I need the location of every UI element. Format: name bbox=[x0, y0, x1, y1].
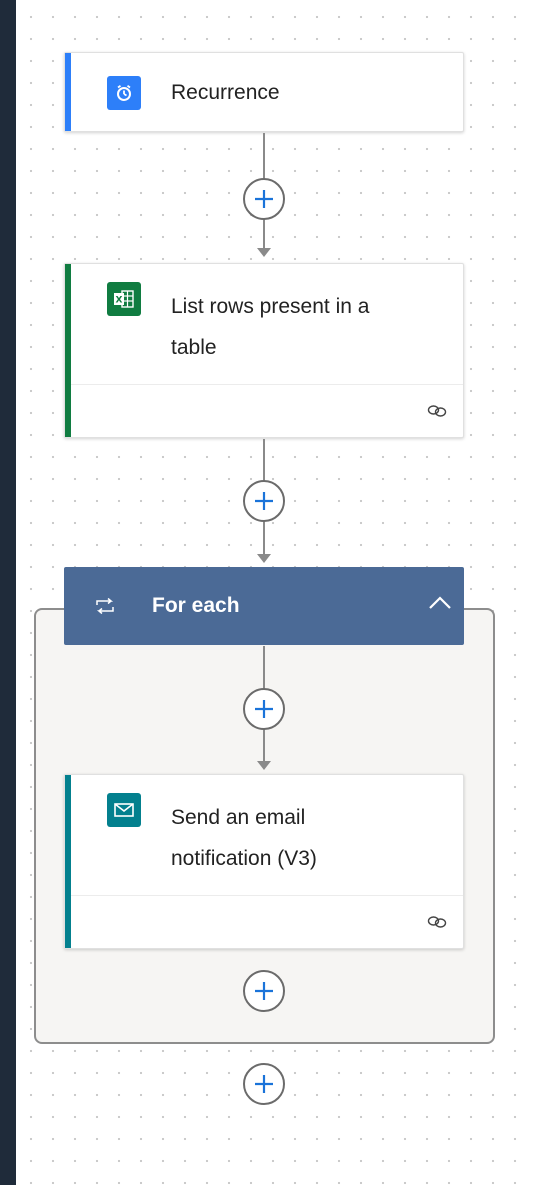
plus-icon bbox=[255, 982, 273, 1000]
recurrence-accent-bar bbox=[65, 53, 71, 131]
excel-icon: X bbox=[107, 282, 141, 316]
flow-canvas: Recurrence X List rows present in a tabl… bbox=[16, 0, 533, 1185]
recurrence-title: Recurrence bbox=[171, 81, 280, 104]
plus-icon bbox=[255, 492, 273, 510]
send-email-title-line1: Send an email bbox=[171, 806, 306, 829]
connector-arrow bbox=[257, 554, 271, 563]
recurrence-card[interactable]: Recurrence bbox=[64, 52, 464, 132]
list-rows-title-line2: table bbox=[171, 336, 217, 359]
list-rows-card[interactable]: X List rows present in a table bbox=[64, 263, 464, 438]
chevron-up-icon[interactable] bbox=[428, 595, 452, 616]
list-rows-footer bbox=[71, 384, 463, 437]
connector-arrow bbox=[257, 761, 271, 770]
svg-text:X: X bbox=[116, 296, 123, 306]
insert-step-button[interactable] bbox=[243, 1063, 285, 1105]
insert-step-button[interactable] bbox=[243, 688, 285, 730]
plus-icon bbox=[255, 700, 273, 718]
list-rows-title-line1: List rows present in a bbox=[171, 295, 370, 318]
plus-icon bbox=[255, 190, 273, 208]
loop-icon bbox=[94, 597, 116, 620]
connector-arrow bbox=[257, 248, 271, 257]
insert-step-button[interactable] bbox=[243, 970, 285, 1012]
for-each-title: For each bbox=[152, 594, 240, 617]
insert-step-button[interactable] bbox=[243, 480, 285, 522]
connection-link-icon[interactable] bbox=[427, 915, 447, 934]
plus-icon bbox=[255, 1075, 273, 1093]
for-each-header[interactable]: For each bbox=[64, 567, 464, 645]
send-email-title-line2: notification (V3) bbox=[171, 847, 317, 870]
insert-step-button[interactable] bbox=[243, 178, 285, 220]
envelope-icon bbox=[107, 793, 141, 827]
send-email-footer bbox=[71, 895, 463, 948]
alarm-clock-icon bbox=[107, 76, 141, 110]
send-email-card[interactable]: Send an email notification (V3) bbox=[64, 774, 464, 949]
connection-link-icon[interactable] bbox=[427, 404, 447, 423]
